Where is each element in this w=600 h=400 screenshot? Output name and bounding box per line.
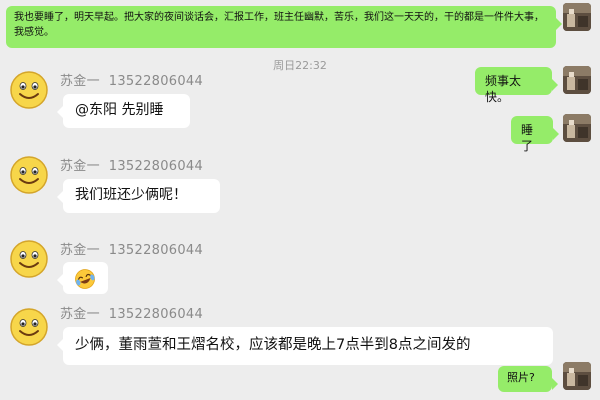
photo-avatar-icon	[563, 3, 591, 31]
sender-display-name: 苏金一	[60, 307, 100, 322]
my-avatar[interactable]	[563, 362, 591, 390]
smiley-avatar-icon	[10, 156, 48, 194]
contact-avatar[interactable]	[9, 307, 49, 347]
sender-name: 苏金一 13522806044	[60, 155, 203, 174]
sender-phone: 13522806044	[108, 74, 204, 89]
message-text: 我们班还少俩呢！	[75, 187, 187, 203]
message-text: 少俩，董雨萱和王熠名校，应该都是晚上7点半到8点之间发的	[75, 337, 471, 353]
laughing-crying-emoji-icon	[75, 269, 95, 289]
message-text: @东阳 先别睡	[75, 102, 164, 118]
photo-avatar-icon	[563, 362, 591, 390]
message-bubble-incoming[interactable]: 少俩，董雨萱和王熠名校，应该都是晚上7点半到8点之间发的	[57, 327, 553, 365]
photo-avatar-icon	[563, 66, 591, 94]
message-text: 睡了	[521, 123, 534, 154]
message-text: 照片?	[507, 371, 535, 384]
message-bubble-incoming[interactable]: @东阳 先别睡	[57, 94, 190, 128]
sender-display-name: 苏金一	[60, 74, 100, 89]
contact-avatar[interactable]	[9, 155, 49, 195]
contact-avatar[interactable]	[9, 70, 49, 110]
photo-avatar-icon	[563, 114, 591, 142]
message-bubble-outgoing[interactable]: 睡了	[511, 116, 559, 153]
sender-name: 苏金一 13522806044	[60, 303, 203, 322]
sender-phone: 13522806044	[108, 243, 204, 258]
smiley-avatar-icon	[10, 240, 48, 278]
sender-phone: 13522806044	[108, 159, 204, 174]
sender-display-name: 苏金一	[60, 243, 100, 258]
message-bubble-outgoing[interactable]: 我也要睡了，明天早起。把大家的夜间谈话会，汇报工作，班主任幽默，苦乐，我们这一天…	[6, 6, 562, 48]
smiley-avatar-icon	[10, 308, 48, 346]
my-avatar[interactable]	[563, 66, 591, 94]
message-bubble-incoming[interactable]: 我们班还少俩呢！	[57, 179, 220, 213]
sender-name: 苏金一 13522806044	[60, 70, 203, 89]
message-text: 频事太快。	[485, 74, 522, 105]
sender-display-name: 苏金一	[60, 159, 100, 174]
smiley-avatar-icon	[10, 71, 48, 109]
message-bubble-incoming[interactable]: 😂	[57, 262, 108, 294]
sender-phone: 13522806044	[108, 307, 204, 322]
contact-avatar[interactable]	[9, 239, 49, 279]
message-text: 我也要睡了，明天早起。把大家的夜间谈话会，汇报工作，班主任幽默，苦乐，我们这一天…	[14, 12, 544, 38]
my-avatar[interactable]	[563, 3, 591, 31]
message-bubble-outgoing[interactable]: 频事太快。	[475, 67, 558, 104]
sender-name: 苏金一 13522806044	[60, 239, 203, 258]
message-bubble-outgoing[interactable]: 照片?	[498, 366, 558, 392]
my-avatar[interactable]	[563, 114, 591, 142]
